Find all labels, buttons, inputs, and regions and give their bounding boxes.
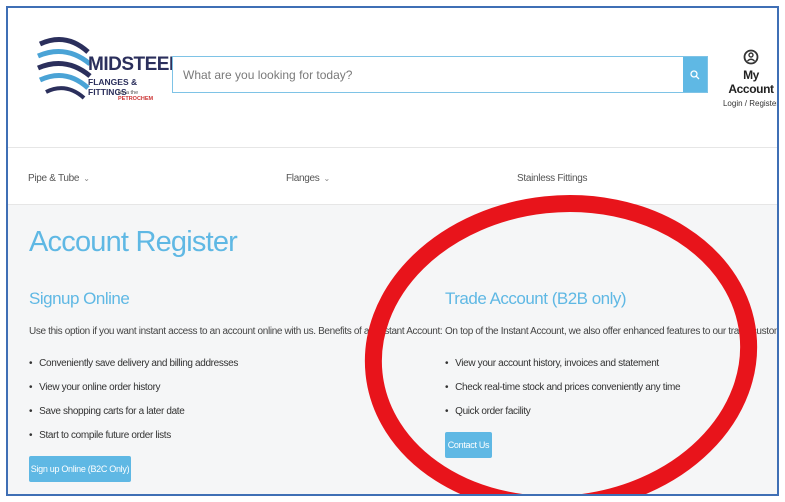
signup-online-title: Signup Online [29,289,130,308]
list-item: Save shopping carts for a later date [29,406,238,430]
login-register-link[interactable]: Login / Register [721,99,777,108]
nav-item-stainless-fittings[interactable]: Stainless Fittings [517,173,587,184]
trade-description: On top of the Instant Account, we also o… [445,326,777,337]
signup-online-button[interactable]: Sign up Online (B2C Only) [29,456,131,482]
chevron-down-icon: ⌄ [323,174,330,183]
chevron-down-icon: ⌄ [83,174,90,183]
page-title: Account Register [29,226,238,258]
nav-item-pipe-tube[interactable]: Pipe & Tube ⌄ [28,173,90,184]
signup-benefits-list: Conveniently save delivery and billing a… [29,358,238,454]
search-input[interactable] [173,57,683,92]
nav-item-label: Pipe & Tube [28,173,80,184]
site-logo[interactable]: MIDSTEEL FLANGES & FITTINGS for a the PE… [36,34,181,106]
list-item: Quick order facility [445,406,680,430]
contact-us-button[interactable]: Contact Us [445,432,492,458]
list-item: View your account history, invoices and … [445,358,680,382]
list-item: Start to compile future order lists [29,430,238,454]
trade-account-title: Trade Account (B2B only) [445,289,627,308]
my-account-title: My Account [728,68,774,96]
list-item: Conveniently save delivery and billing a… [29,358,238,382]
user-icon [743,49,759,65]
signup-description: Use this option if you want instant acce… [29,326,443,337]
my-account-link[interactable]: My Account Login / Register [721,48,777,108]
search-bar [172,56,708,93]
trade-features-list: View your account history, invoices and … [445,358,680,430]
logo-swoosh-icon [37,37,92,100]
site-header: MIDSTEEL FLANGES & FITTINGS for a the PE… [8,8,777,147]
nav-item-label: Stainless Fittings [517,173,588,184]
list-item: View your online order history [29,382,238,406]
logo-brand: MIDSTEEL [88,54,181,75]
logo-tagline: for a the PETROCHEM [118,90,166,102]
search-icon [690,69,700,79]
list-item: Check real-time stock and prices conveni… [445,382,680,406]
screenshot-frame: MIDSTEEL FLANGES & FITTINGS for a the PE… [6,6,779,496]
nav-item-flanges[interactable]: Flanges ⌄ [286,173,330,184]
logo-tag-brand: PETROCHEM [118,96,154,102]
nav-item-label: Flanges [286,173,320,184]
main-nav: Pipe & Tube ⌄ Flanges ⌄ Stainless Fittings [8,147,777,205]
search-button[interactable] [683,57,707,92]
